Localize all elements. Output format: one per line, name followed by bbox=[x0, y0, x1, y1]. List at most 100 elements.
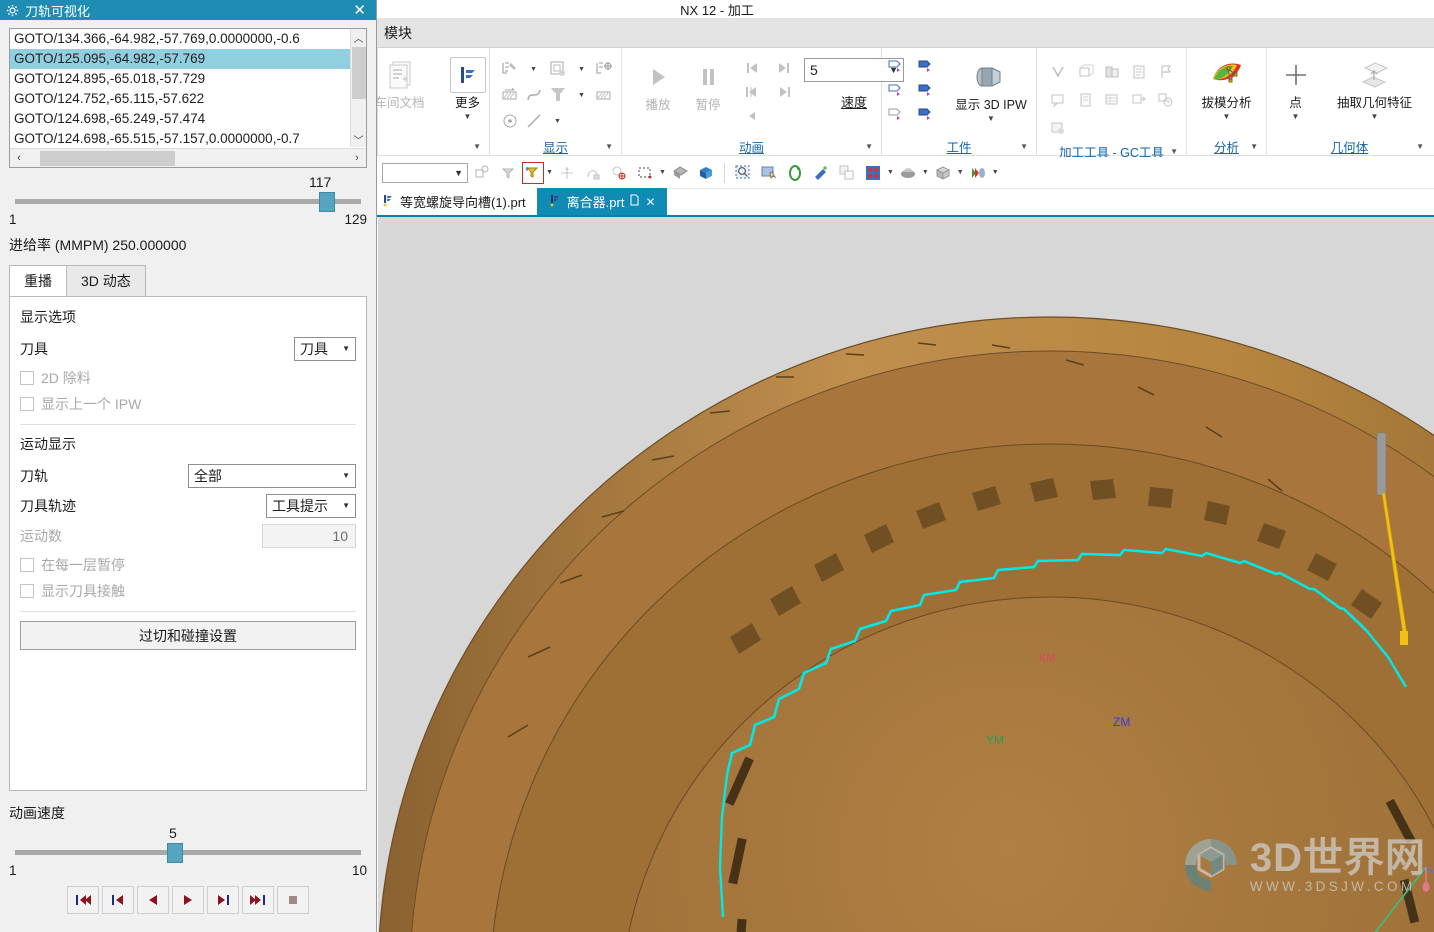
report-icon[interactable] bbox=[1073, 88, 1097, 112]
step-back-icon[interactable] bbox=[740, 80, 764, 104]
trim-body-icon[interactable] bbox=[1073, 60, 1097, 84]
graphics-viewport[interactable]: XM YM ZM 3D世界网 WWW.3DSJW.COM bbox=[378, 217, 1434, 932]
curve-display-icon[interactable] bbox=[522, 83, 546, 107]
vertical-scroll-thumb[interactable] bbox=[351, 47, 366, 99]
ribbon-group-display-title[interactable]: 显示 ▼ bbox=[496, 136, 615, 156]
chevron-down-icon[interactable]: ▼ bbox=[578, 66, 585, 73]
slider-thumb[interactable] bbox=[167, 843, 183, 863]
list-icon[interactable] bbox=[1127, 60, 1151, 84]
step-back-to-start-button[interactable] bbox=[102, 886, 134, 914]
material-removal-icon[interactable] bbox=[498, 83, 522, 107]
skip-to-start-button[interactable] bbox=[67, 886, 99, 914]
chevron-down-icon[interactable]: ▼ bbox=[546, 169, 553, 176]
list-item[interactable]: GOTO/134.366,-64.982,-57.769,0.0000000,-… bbox=[10, 29, 366, 49]
step-back-button[interactable] bbox=[137, 886, 169, 914]
chevron-down-icon[interactable]: ▼ bbox=[554, 118, 561, 125]
step-to-end-icon[interactable] bbox=[772, 56, 796, 80]
filter-icon[interactable] bbox=[496, 161, 520, 185]
chevron-down-icon[interactable]: ▼ bbox=[454, 168, 463, 178]
skip-to-end-button[interactable] bbox=[242, 886, 274, 914]
ipw-d-icon[interactable] bbox=[914, 78, 938, 102]
checkbox-show-previous-ipw[interactable]: 显示上一个 IPW bbox=[20, 391, 356, 417]
ipw-e-icon[interactable] bbox=[884, 102, 908, 126]
material-removal-2-icon[interactable] bbox=[592, 83, 616, 107]
chevron-down-icon[interactable]: ▼ bbox=[887, 169, 894, 176]
chevron-down-icon[interactable]: ▼ bbox=[992, 169, 999, 176]
ribbon-group-workpiece-title[interactable]: 工件 ▼ bbox=[888, 136, 1030, 156]
gcode-list-rows[interactable]: GOTO/134.366,-64.982,-57.769,0.0000000,-… bbox=[10, 29, 366, 148]
tool-trace-select[interactable]: 工具提示 ▼ bbox=[266, 493, 356, 518]
ipw-b-icon[interactable] bbox=[914, 54, 938, 78]
verify-toolpath-icon[interactable] bbox=[498, 57, 522, 81]
selection-scope-combo[interactable]: ▼ bbox=[382, 162, 468, 183]
point-display-icon[interactable] bbox=[498, 109, 522, 133]
tool-display-icon[interactable] bbox=[546, 83, 570, 107]
chevron-down-icon[interactable]: ▼ bbox=[922, 169, 929, 176]
solid-icon[interactable] bbox=[931, 161, 955, 185]
scroll-up-icon[interactable]: ︿ bbox=[354, 29, 364, 45]
checkbox-show-tool-contact[interactable]: 显示刀具接触 bbox=[20, 578, 356, 604]
chevron-down-icon[interactable]: ▼ bbox=[342, 344, 350, 353]
gcode-list-vertical-scrollbar[interactable]: ︿ ﹀ bbox=[350, 29, 366, 147]
chevron-down-icon[interactable]: ▼ bbox=[473, 142, 481, 151]
motion-count-input[interactable]: 10 bbox=[262, 523, 356, 548]
snap-point-icon[interactable] bbox=[607, 161, 631, 185]
toolpath-transform-icon[interactable] bbox=[592, 57, 616, 81]
motion-position-slider[interactable] bbox=[9, 190, 367, 212]
chevron-down-icon[interactable]: ▼ bbox=[605, 142, 613, 151]
checkbox-pause-each-level[interactable]: 在每一层暂停 bbox=[20, 552, 356, 578]
tool-display-select[interactable]: 刀具 ▼ bbox=[294, 336, 356, 361]
horizontal-scroll-thumb[interactable] bbox=[40, 150, 175, 166]
stop-button[interactable] bbox=[277, 886, 309, 914]
zoom-window-icon[interactable] bbox=[731, 161, 755, 185]
close-icon[interactable]: ✕ bbox=[645, 195, 655, 209]
show-3d-ipw-button[interactable]: 显示 3D IPW ▼ bbox=[945, 54, 1037, 123]
line-display-icon[interactable] bbox=[522, 109, 546, 133]
batch-icon[interactable] bbox=[1046, 116, 1070, 140]
chevron-down-icon[interactable]: ▼ bbox=[1250, 142, 1258, 151]
chevron-down-icon[interactable]: ▼ bbox=[1020, 142, 1028, 151]
ribbon-group-animation-title[interactable]: 动画 ▼ bbox=[628, 136, 875, 156]
chevron-down-icon[interactable]: ▼ bbox=[342, 501, 350, 510]
point-dropdown-arrow[interactable]: ▼ bbox=[1292, 112, 1300, 121]
step-forward-button[interactable] bbox=[207, 886, 239, 914]
draft-analysis-button[interactable]: 拔模分析 ▼ bbox=[1192, 52, 1262, 121]
table-icon[interactable] bbox=[1100, 88, 1124, 112]
scroll-right-icon[interactable]: › bbox=[348, 152, 366, 164]
layout-icon[interactable] bbox=[835, 161, 859, 185]
play-forward-button[interactable] bbox=[172, 886, 204, 914]
simulate-machine-icon[interactable] bbox=[546, 57, 570, 81]
render-style-icon[interactable] bbox=[694, 161, 718, 185]
chevron-down-icon[interactable]: ▼ bbox=[342, 471, 350, 480]
gcode-listbox[interactable]: GOTO/134.366,-64.982,-57.769,0.0000000,-… bbox=[9, 28, 367, 168]
chevron-down-icon[interactable]: ▼ bbox=[865, 142, 873, 151]
chevron-down-icon[interactable]: ▼ bbox=[659, 169, 666, 176]
rotate-icon[interactable] bbox=[783, 161, 807, 185]
list-item[interactable]: GOTO/125.095,-64.982,-57.769 bbox=[10, 49, 366, 69]
checkbox-box[interactable] bbox=[20, 371, 34, 385]
extract-geometry-dropdown-arrow[interactable]: ▼ bbox=[1371, 112, 1379, 121]
tab-3d-dynamic[interactable]: 3D 动态 bbox=[66, 265, 146, 296]
check-geometry-icon[interactable] bbox=[1046, 60, 1070, 84]
shop-documentation-button[interactable]: 车间文档 bbox=[368, 52, 432, 110]
list-item[interactable]: GOTO/124.752,-65.115,-57.622 bbox=[10, 89, 366, 109]
part-tab-clutch[interactable]: 离合器.prt ✕ bbox=[536, 188, 667, 215]
chevron-down-icon[interactable]: ▼ bbox=[957, 169, 964, 176]
render-icon[interactable] bbox=[966, 161, 990, 185]
wcs-origin-icon[interactable] bbox=[555, 161, 579, 185]
transfer-icon[interactable] bbox=[1127, 88, 1151, 112]
point-button[interactable]: 点 ▼ bbox=[1273, 52, 1319, 121]
ipw-c-icon[interactable] bbox=[884, 78, 908, 102]
checkbox-2d-material-removal[interactable]: 2D 除料 bbox=[20, 365, 356, 391]
list-item[interactable]: GOTO/124.698,-65.515,-57.157,0.0000000,-… bbox=[10, 129, 366, 148]
wcs-rotate-icon[interactable] bbox=[581, 161, 605, 185]
shade-icon[interactable] bbox=[896, 161, 920, 185]
wcs-dynamic-icon[interactable] bbox=[522, 161, 544, 184]
checkbox-box[interactable] bbox=[20, 584, 34, 598]
fit-icon[interactable] bbox=[809, 161, 833, 185]
chevron-down-icon[interactable]: ▼ bbox=[1170, 147, 1178, 156]
list-item[interactable]: GOTO/124.698,-65.249,-57.474 bbox=[10, 109, 366, 129]
assembly-icon[interactable] bbox=[1100, 60, 1124, 84]
chevron-down-icon[interactable]: ▼ bbox=[578, 92, 585, 99]
clock-icon[interactable] bbox=[1154, 88, 1178, 112]
